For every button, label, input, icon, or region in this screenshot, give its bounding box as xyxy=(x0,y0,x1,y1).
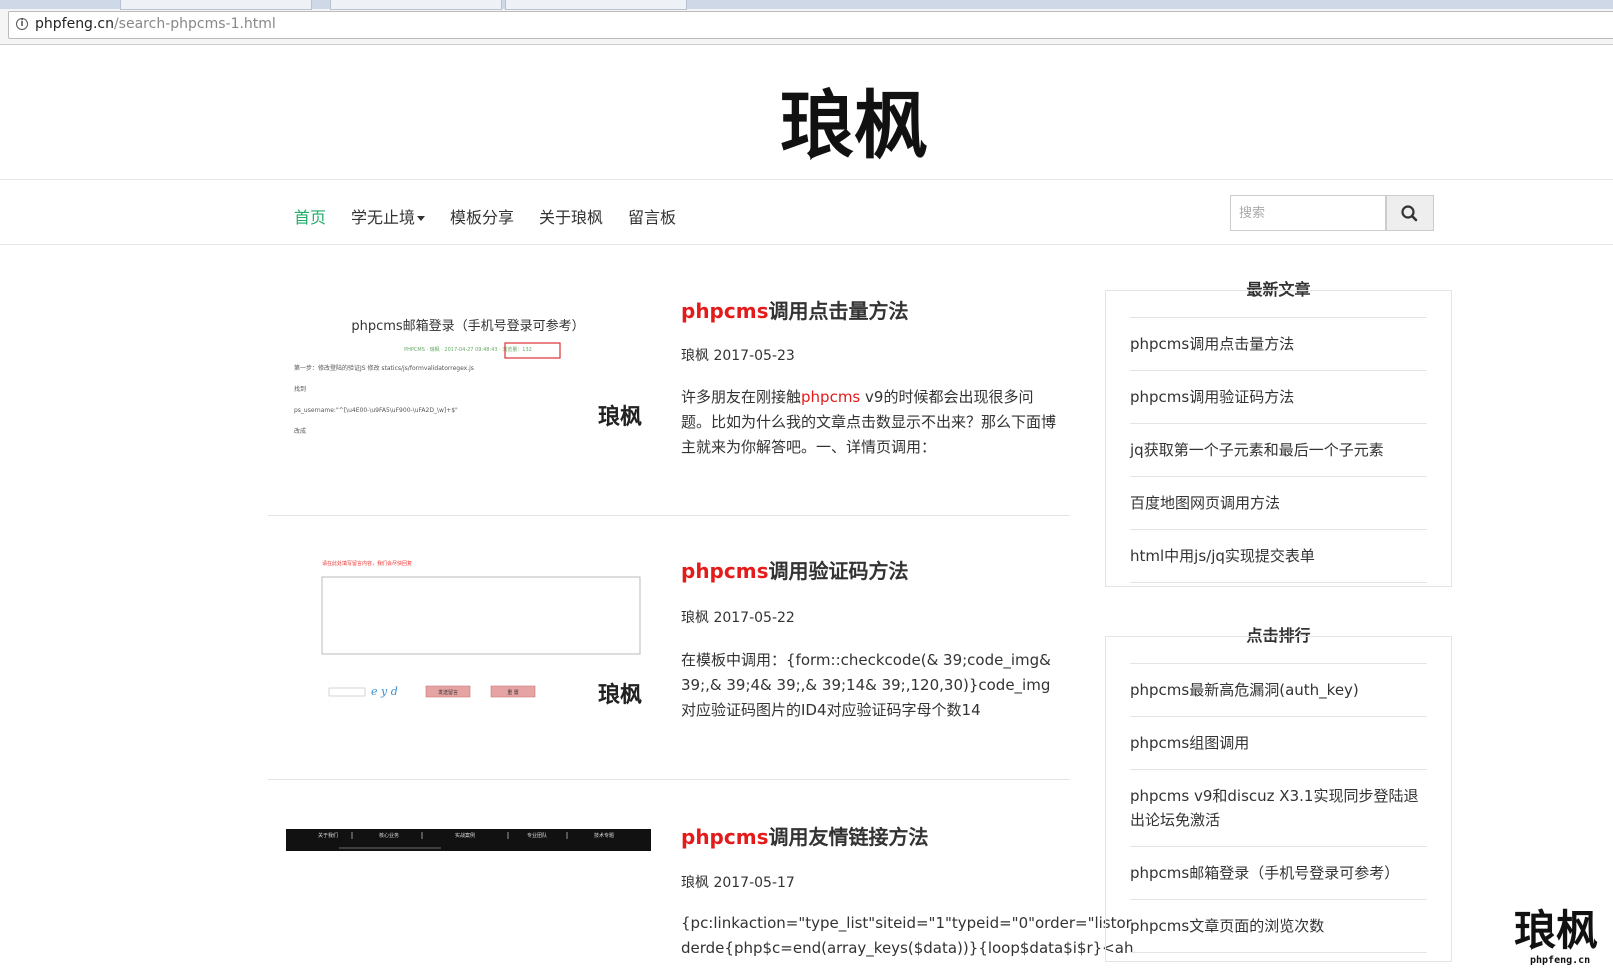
article-excerpt: 许多朋友在刚接触phpcms v9的时候都会出现很多问题。比如为什么我的文章点击… xyxy=(681,388,1057,456)
article-thumbnail[interactable]: 关于我们 核心业务 实战案例 专业团队 技术专题 xyxy=(286,829,651,851)
thumb-menu-item: 关于我们 xyxy=(318,832,338,839)
thumb-logo: 琅枫 xyxy=(598,682,642,708)
url-text: phpfeng.cn/search-phpcms-1.html xyxy=(35,16,276,32)
list-item[interactable]: phpcms调用点击量方法 xyxy=(1130,317,1427,370)
latest-articles-widget: phpcms调用点击量方法 phpcms调用验证码方法 jq获取第一个子元素和最… xyxy=(1105,290,1452,587)
nav-item-learning-label: 学无止境 xyxy=(351,208,416,227)
article-date: 2017-05-17 xyxy=(713,875,795,891)
thumb-menu-item: 技术专题 xyxy=(594,832,614,839)
article-author: 琅枫 xyxy=(681,610,709,626)
nav-item-templates[interactable]: 模板分享 xyxy=(450,204,514,228)
thumb-line: ps_username:"^[\u4E00-\u9FA5\uF900-\uFA2… xyxy=(294,407,458,414)
thumb-line: 找到 xyxy=(294,385,306,393)
thumb-meta: PHPCMS · 琅枫 · 2017-04-27 09:48:43 · 浏览量：… xyxy=(404,346,532,353)
browser-chrome: i phpfeng.cn/search-phpcms-1.html xyxy=(0,0,1613,45)
url-host: phpfeng.cn xyxy=(35,16,114,32)
article-title[interactable]: phpcms调用点击量方法 xyxy=(681,295,908,324)
nav-item-about[interactable]: 关于琅枫 xyxy=(539,204,603,228)
list-item[interactable]: phpcms文章页面的浏览次数 xyxy=(1130,899,1427,953)
ranking-widget: phpcms最新高危漏洞(auth_key) phpcms组图调用 phpcms… xyxy=(1105,636,1452,962)
watermark-logo: 琅枫 xyxy=(1514,906,1598,955)
list-item[interactable]: phpcms调用验证码方法 xyxy=(1130,370,1427,423)
site-watermark: 琅枫 phpfeng.cn xyxy=(1510,895,1610,970)
logo-text: 琅枫 xyxy=(780,83,928,169)
thumb-menu-item: 核心业务 xyxy=(379,832,399,839)
article-meta: 琅枫 2017-05-17 xyxy=(681,872,795,892)
main-nav: 首页 学无止境 模板分享 关于琅枫 留言板 xyxy=(0,180,1613,245)
article-title[interactable]: phpcms调用友情链接方法 xyxy=(681,821,928,850)
nav-item-guestbook[interactable]: 留言板 xyxy=(628,204,676,228)
tab-strip xyxy=(0,0,1613,10)
search-icon xyxy=(1401,205,1418,222)
search-input[interactable] xyxy=(1230,195,1386,231)
caret-down-icon xyxy=(417,216,426,221)
thumb-note: 请在此处填写留言内容，我们会尽快回复 xyxy=(322,560,412,567)
thumb-captcha: e y d xyxy=(371,685,398,698)
list-item[interactable]: phpcms邮箱登录（手机号登录可参考） xyxy=(1130,846,1427,899)
article-item: 请在此处填写留言内容，我们会尽快回复 e y d 发送留言 重 置 琅枫 php… xyxy=(268,515,1070,780)
address-bar[interactable]: i phpfeng.cn/search-phpcms-1.html xyxy=(8,11,1613,39)
nav-item-home[interactable]: 首页 xyxy=(294,204,326,228)
browser-tab[interactable] xyxy=(505,0,687,10)
browser-tab[interactable] xyxy=(120,0,312,10)
thumb-line: 第一步：修改登陆的验证JS 修改 statics/js/formvalidato… xyxy=(294,364,474,372)
site-logo[interactable]: 琅枫 xyxy=(780,79,955,169)
thumb-menu-item: 实战案例 xyxy=(455,832,475,839)
nav-item-learning[interactable]: 学无止境 xyxy=(351,204,426,228)
thumb-heading: phpcms邮箱登录（手机号登录可参考） xyxy=(351,318,584,334)
list-item[interactable]: 百度地图网页调用方法 xyxy=(1130,476,1427,529)
url-path: /search-phpcms-1.html xyxy=(113,16,276,32)
list-item[interactable]: phpcms组图调用 xyxy=(1130,716,1427,769)
search-button[interactable] xyxy=(1386,195,1434,231)
article-meta: 琅枫 2017-05-22 xyxy=(681,607,795,627)
article-title[interactable]: phpcms调用验证码方法 xyxy=(681,555,908,584)
article-thumbnail[interactable]: phpcms邮箱登录（手机号登录可参考） PHPCMS · 琅枫 · 2017-… xyxy=(286,300,651,460)
thumb-line: 改成 xyxy=(294,427,306,435)
watermark-domain: phpfeng.cn xyxy=(1530,955,1590,966)
site-header: 琅枫 xyxy=(0,44,1613,180)
article-item: phpcms邮箱登录（手机号登录可参考） PHPCMS · 琅枫 · 2017-… xyxy=(268,280,1070,516)
article-date: 2017-05-23 xyxy=(713,348,795,364)
browser-tab[interactable] xyxy=(330,0,502,10)
article-item: 关于我们 核心业务 实战案例 专业团队 技术专题 phpcms调用友情链接方法 … xyxy=(268,779,1133,970)
article-meta: 琅枫 2017-05-23 xyxy=(681,345,795,365)
article-excerpt: {pc:linkaction="type_list"siteid="1"type… xyxy=(681,914,1134,957)
thumb-reset-button: 重 置 xyxy=(507,689,519,696)
list-item[interactable]: phpcms最新高危漏洞(auth_key) xyxy=(1130,663,1427,716)
list-item[interactable]: html中用js/jq实现提交表单 xyxy=(1130,529,1427,583)
article-thumbnail[interactable]: 请在此处填写留言内容，我们会尽快回复 e y d 发送留言 重 置 琅枫 xyxy=(286,555,651,715)
thumb-menu-item: 专业团队 xyxy=(527,832,547,839)
list-item[interactable]: jq获取第一个子元素和最后一个子元素 xyxy=(1130,423,1427,476)
article-author: 琅枫 xyxy=(681,875,709,891)
article-excerpt: 在模板中调用：{form::checkcode(& 39;code_img& 3… xyxy=(681,651,1051,719)
article-author: 琅枫 xyxy=(681,348,709,364)
thumb-send-button: 发送留言 xyxy=(438,689,458,696)
list-item[interactable]: phpcms v9和discuz X3.1实现同步登陆退出论坛免激活 xyxy=(1130,769,1427,846)
thumb-logo: 琅枫 xyxy=(598,404,642,430)
article-date: 2017-05-22 xyxy=(713,610,795,626)
info-icon[interactable]: i xyxy=(16,18,28,30)
